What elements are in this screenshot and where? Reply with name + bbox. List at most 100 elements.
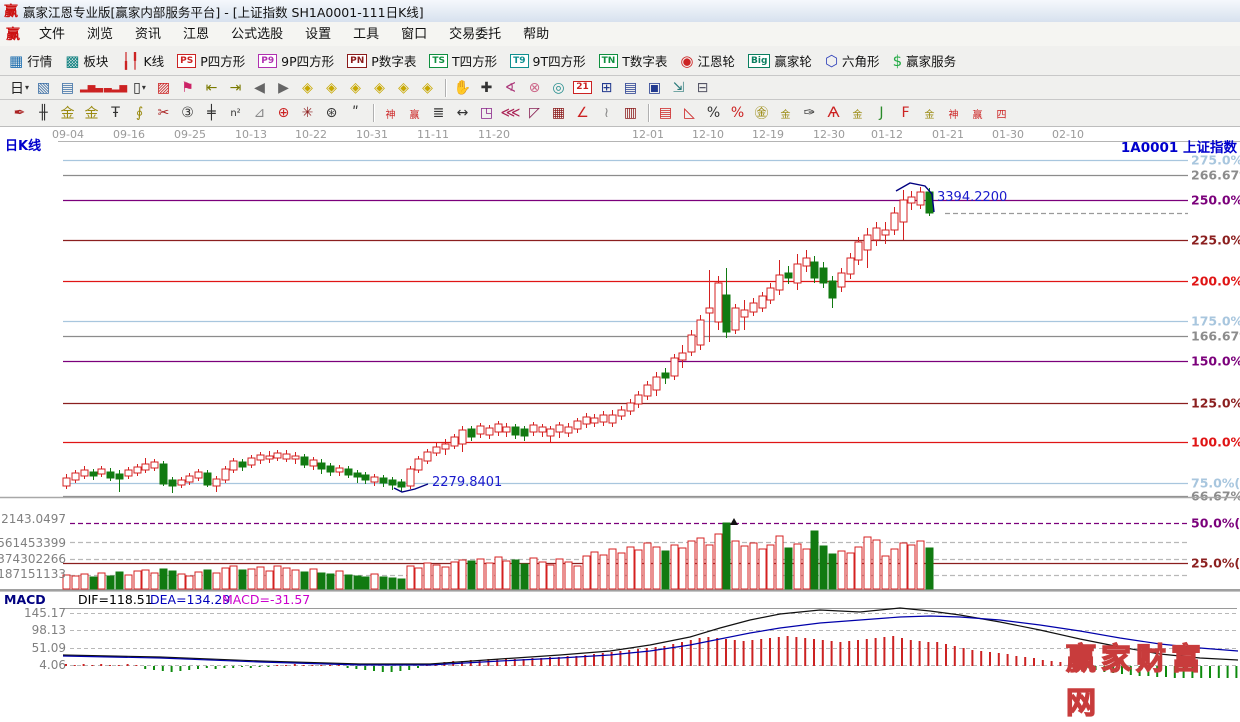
magnet-tool-icon[interactable]: ⊗ [523,78,546,97]
expand-left-icon[interactable]: ◈ [296,78,319,97]
wave-line-icon[interactable]: ≀ [595,104,618,123]
winner-service-button[interactable]: $赢家服务 [890,49,960,72]
color-flag-icon[interactable]: ⚑ [176,78,199,97]
9p-square-button[interactable]: P99P四方形 [255,49,337,72]
gold-split-1-icon[interactable]: 金 [56,104,79,123]
compass-icon[interactable]: ⊕ [272,104,295,123]
notes-icon[interactable]: ▤ [619,78,642,97]
gann-web-icon[interactable]: ◎ [547,78,570,97]
calculator-icon[interactable]: ⊞ [595,78,618,97]
ink-brush-icon[interactable]: ✑ [798,104,821,123]
p-digit-table-button[interactable]: PNP数字表 [344,49,419,72]
grid-lines-icon[interactable]: ╪ [200,104,223,123]
calendar-icon[interactable]: 21 [571,78,594,97]
gold-circle-icon[interactable]: ㊎ [750,104,773,123]
last-page-icon[interactable]: ⇥ [224,78,247,97]
title-bar[interactable]: 赢 赢家江恩专业版[赢家内部服务平台] - [上证指数 SH1A0001-111… [0,0,1240,23]
menu-item-3[interactable]: 江恩 [172,23,220,46]
menu-item-4[interactable]: 公式选股 [220,23,294,46]
wave-a-icon[interactable]: Ѧ [822,104,845,123]
volume-bar [697,538,704,589]
gann-grid-icon[interactable]: ⊛ [320,104,343,123]
angle-line-icon[interactable]: ∠ [571,104,594,123]
info-panel-icon[interactable]: ▤ [56,78,79,97]
n-squared-icon[interactable]: n² [224,104,247,123]
prev-page-icon[interactable]: ◀ [248,78,271,97]
gann-wheel-button[interactable]: ◉江恩轮 [677,49,738,72]
menu-item-2[interactable]: 资讯 [124,23,172,46]
gold-mark-icon[interactable]: 金 [846,104,869,123]
quotes-button[interactable]: ▦行情 [6,49,55,72]
save-icon[interactable]: ▣ [643,78,666,97]
9t-square-button[interactable]: T99T四方形 [507,49,589,72]
target-icon[interactable]: ✳ [296,104,319,123]
box-diagonal-icon[interactable]: ◸ [523,104,546,123]
fan-lines-icon[interactable]: ⋘ [499,104,522,123]
menu-item-5[interactable]: 设置 [294,23,342,46]
red-grid-icon[interactable]: ▥ [619,104,642,123]
spiral-icon[interactable]: ∮ [128,104,151,123]
angle-mark-icon[interactable]: ⊿ [248,104,271,123]
p-square-button[interactable]: PSP四方形 [174,49,248,72]
hexagon-button[interactable]: ⬡六角形 [822,49,883,72]
gold-angle-icon[interactable]: 金 [918,104,941,123]
winner-wheel-button[interactable]: Big赢家轮 [745,49,815,72]
candle-body [169,480,176,486]
pen-tool-icon[interactable]: ✒ [8,104,31,123]
shen-grid-icon[interactable]: 神 [379,104,402,123]
kline-label: K线 [143,51,164,70]
gold-underline-icon[interactable]: 金 [774,104,797,123]
measure-list-icon[interactable]: ▤ [654,104,677,123]
expand-horizontal-icon[interactable]: ◈ [344,78,367,97]
expand-all-icon[interactable]: ◈ [416,78,439,97]
kline-button[interactable]: ╽╿K线 [118,49,167,72]
candle-body [292,456,299,459]
ruler-123-icon[interactable]: ≣ [427,104,450,123]
compress-vertical-icon[interactable]: ◈ [392,78,415,97]
drag-hand-icon[interactable]: ✋ [451,78,474,97]
quote-marks-icon[interactable]: ʺ [344,104,367,123]
price-grid-icon[interactable]: ╫ [32,104,55,123]
print-icon[interactable]: ⊟ [691,78,714,97]
ying-grid-icon[interactable]: 赢 [403,104,426,123]
ying-angle-icon[interactable]: 赢 [966,104,989,123]
t-square-button[interactable]: TST四方形 [426,49,500,72]
percent-triangle-icon[interactable]: ◺ [678,104,701,123]
expand-right-icon[interactable]: ◈ [320,78,343,97]
t-digit-table-button[interactable]: TNT数字表 [596,49,671,72]
box-corner-icon[interactable]: ◳ [475,104,498,123]
f-tool-icon[interactable]: Ŧ [104,104,127,123]
crosshair-icon[interactable]: ✚ [475,78,498,97]
knife-icon[interactable]: ✂ [152,104,175,123]
j-angle-icon[interactable]: J [870,104,893,123]
angle-measure-icon[interactable]: ∢ [499,78,522,97]
formula-box-icon[interactable]: ▨ [152,78,175,97]
circle-3-icon[interactable]: ③ [176,104,199,123]
candle-body [644,385,651,396]
shen-angle-icon[interactable]: 神 [942,104,965,123]
compress-horizontal-icon[interactable]: ◈ [368,78,391,97]
f-angle-icon[interactable]: F [894,104,917,123]
sectors-button[interactable]: ▩板块 [62,49,111,72]
gold-split-2-icon[interactable]: 金 [80,104,103,123]
box-x-icon[interactable]: ▦ [547,104,570,123]
menu-item-7[interactable]: 窗口 [390,23,438,46]
percent-icon[interactable]: % [702,104,725,123]
region-zoom-icon[interactable]: ▧ [32,78,55,97]
percent-line-icon[interactable]: % [726,104,749,123]
bars-9-icon[interactable]: ▃▂▅ [104,78,127,97]
bars-3-icon[interactable]: ▂▅▃ [80,78,103,97]
next-page-icon[interactable]: ▶ [272,78,295,97]
menu-item-0[interactable]: 文件 [28,23,76,46]
width-measure-icon[interactable]: ↔ [451,104,474,123]
menu-item-9[interactable]: 帮助 [512,23,560,46]
export-icon[interactable]: ⇲ [667,78,690,97]
four-angle-icon[interactable]: 四 [990,104,1013,123]
menu-item-1[interactable]: 浏览 [76,23,124,46]
menu-item-6[interactable]: 工具 [342,23,390,46]
first-page-icon[interactable]: ⇤ [200,78,223,97]
date-label: 09-25 [174,128,206,141]
candle-style-icon[interactable]: ▯▾ [128,78,151,97]
period-selector-icon[interactable]: 日▾ [8,78,31,97]
menu-item-8[interactable]: 交易委托 [438,23,512,46]
